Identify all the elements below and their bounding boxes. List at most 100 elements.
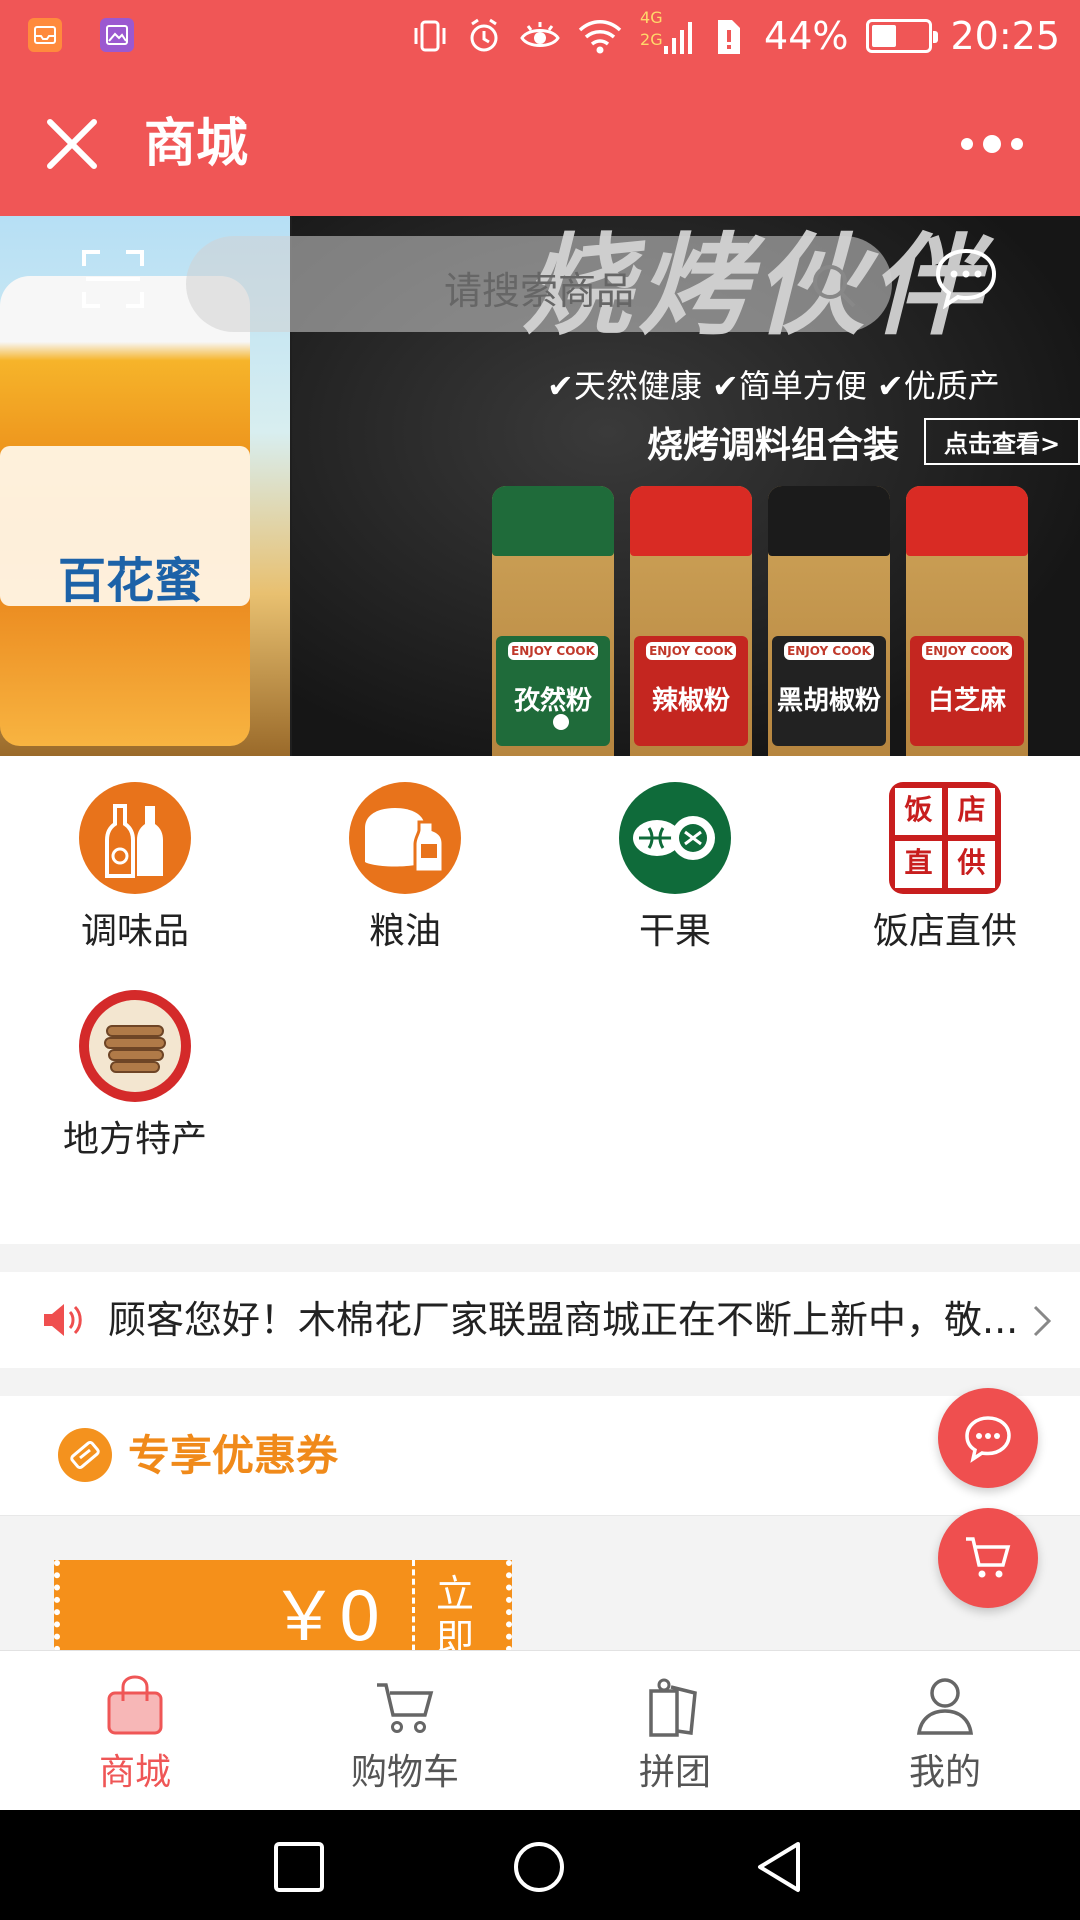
page-title: 商城: [144, 114, 249, 174]
jar-brand: ENJOY COOK: [784, 642, 874, 660]
jar-brand: ENJOY COOK: [508, 642, 598, 660]
jar-cap: [630, 486, 752, 556]
chevron-right-icon: [1033, 1305, 1052, 1337]
jar-brand: ENJOY COOK: [646, 642, 736, 660]
stamp-char: 饭: [895, 788, 942, 835]
status-bar: 4G 2G 44% 20:25: [0, 0, 1080, 72]
coupon-ticket-icon: [58, 1428, 112, 1482]
stamp-char: 直: [895, 841, 942, 888]
user-icon: [916, 1678, 974, 1735]
tab-mall[interactable]: 商城: [0, 1651, 270, 1811]
back-icon[interactable]: [752, 1840, 806, 1894]
honey-slide-text: 百花蜜: [57, 553, 202, 609]
search-icon: [813, 265, 856, 308]
wifi-icon: [578, 20, 622, 54]
jar-name: 辣椒粉: [651, 686, 730, 716]
jar-label: ENJOY COOK 白芝麻: [910, 636, 1024, 746]
coupon-claim-button[interactable]: 立即: [436, 1572, 476, 1652]
category-label: 地方特产: [62, 1119, 207, 1160]
search-input[interactable]: 请搜索商品: [186, 236, 892, 332]
cart-icon: [966, 1537, 1011, 1578]
banner-subtitle: 烧烤调料组合装: [647, 425, 900, 466]
recent-apps-icon[interactable]: [272, 1840, 326, 1894]
cellular-signal-icon: 4G 2G: [640, 8, 693, 58]
notification-mail-icon: [28, 18, 62, 52]
tab-me[interactable]: 我的: [810, 1651, 1080, 1811]
tab-cart[interactable]: 购物车: [270, 1651, 540, 1811]
eye-icon: [520, 22, 560, 47]
jar-label: ENJOY COOK 孜然粉: [496, 636, 610, 746]
speaker-icon: [44, 1304, 82, 1336]
banner-cta[interactable]: 点击查看>: [924, 418, 1080, 465]
jar-cap: [906, 486, 1028, 556]
home-icon[interactable]: [512, 1840, 566, 1894]
jar-name: 孜然粉: [513, 686, 592, 716]
battery-icon: [866, 19, 939, 53]
vibrate-icon: [414, 20, 446, 52]
spice-jars: ENJOY COOK 孜然粉 ENJOY COOK 辣椒粉 ENJOY COOK 黑胡椒粉…: [492, 486, 1028, 756]
title-bar: 商城: [0, 72, 1080, 216]
local-specialty-icon: [79, 990, 191, 1102]
category-restaurant-supply[interactable]: 饭 店 直 供 饭店直供: [810, 782, 1080, 954]
category-label: 粮油: [368, 911, 441, 952]
stamp-char: 供: [948, 841, 995, 888]
message-icon[interactable]: [934, 247, 998, 309]
category-grid: 调味品 粮油 干果 饭 店 直 供 饭店直供 地方特产: [0, 756, 1080, 1244]
jar-name: 黑胡椒粉: [776, 686, 881, 716]
spice-jar: ENJOY COOK 辣椒粉: [630, 486, 752, 756]
system-nav-bar: [0, 1810, 1080, 1920]
carousel-dot: [553, 714, 569, 730]
spice-jar: ENJOY COOK 孜然粉: [492, 486, 614, 756]
alarm-icon: [470, 18, 498, 52]
coupon-card[interactable]: ￥0 立即: [54, 1560, 512, 1652]
scan-icon[interactable]: [82, 250, 144, 308]
floating-chat-button[interactable]: [938, 1388, 1038, 1488]
jar-brand: ENJOY COOK: [922, 642, 1012, 660]
bottles-icon: [79, 782, 191, 894]
group-buy-tag-icon: [649, 1678, 697, 1737]
network-type-2g: 2G: [640, 30, 663, 49]
announcement-text: 顾客您好！木棉花厂家联盟商城正在不断上新中，敬...: [108, 1298, 1019, 1342]
coupon-section-header: 专享优惠券: [0, 1396, 1080, 1516]
category-label: 调味品: [80, 911, 189, 952]
shopping-bag-icon: [107, 1675, 163, 1735]
chat-icon: [965, 1416, 1011, 1463]
category-seasoning[interactable]: 调味品: [0, 782, 270, 954]
tab-group-buy[interactable]: 拼团: [540, 1651, 810, 1811]
bottom-tab-bar: 商城 购物车 拼团 我的: [0, 1650, 1080, 1810]
jar-label: ENJOY COOK 黑胡椒粉: [772, 636, 886, 746]
sim-alert-icon: [718, 20, 741, 54]
restaurant-stamp-icon: 饭 店 直 供: [889, 782, 1001, 894]
stamp-char: 店: [948, 788, 995, 835]
jar-name: 白芝麻: [927, 686, 1006, 716]
jar-cap: [768, 486, 890, 556]
jar-cap: [492, 486, 614, 556]
network-type-4g: 4G: [640, 8, 663, 27]
floating-cart-button[interactable]: [938, 1508, 1038, 1608]
spice-jar: ENJOY COOK 白芝麻: [906, 486, 1028, 756]
tab-label: 拼团: [638, 1752, 711, 1793]
banner-features: ✔天然健康 ✔简单方便 ✔优质产: [547, 367, 1000, 405]
announcement-bar[interactable]: 顾客您好！木棉花厂家联盟商城正在不断上新中，敬...: [0, 1272, 1080, 1368]
more-menu-button[interactable]: [944, 124, 1040, 164]
category-grain-oil[interactable]: 粮油: [270, 782, 540, 954]
category-label: 干果: [638, 911, 711, 952]
clock: 20:25: [950, 14, 1060, 58]
search-placeholder: 请搜索商品: [443, 269, 634, 313]
coupon-amount: ￥0: [270, 1578, 382, 1652]
rice-oil-icon: [349, 782, 461, 894]
close-icon[interactable]: [40, 112, 104, 176]
coupon-section-title: 专享优惠券: [128, 1431, 339, 1480]
category-local-specialty[interactable]: 地方特产: [0, 990, 270, 1162]
cart-icon: [377, 1683, 434, 1733]
tab-label: 购物车: [350, 1752, 459, 1793]
category-label: 饭店直供: [872, 911, 1017, 952]
spice-jar: ENJOY COOK 黑胡椒粉: [768, 486, 890, 756]
jar-label: ENJOY COOK 辣椒粉: [634, 636, 748, 746]
tab-label: 我的: [908, 1752, 981, 1793]
battery-percent: 44%: [764, 14, 849, 58]
nuts-icon: [619, 782, 731, 894]
category-dried-fruit[interactable]: 干果: [540, 782, 810, 954]
tab-label: 商城: [98, 1752, 171, 1793]
notification-gallery-icon: [100, 18, 134, 52]
